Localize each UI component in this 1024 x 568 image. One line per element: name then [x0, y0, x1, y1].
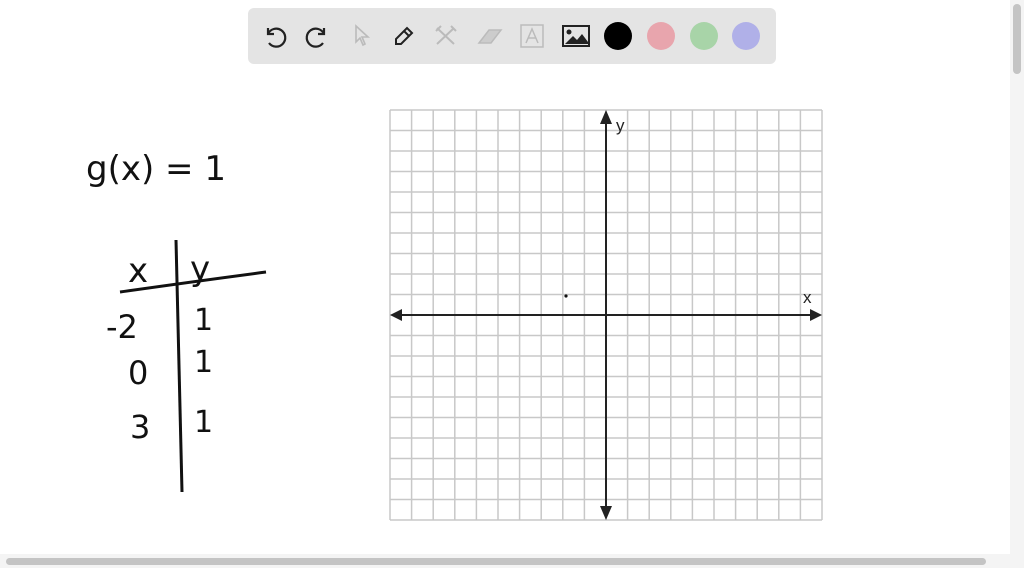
y-axis-label: y: [616, 116, 625, 135]
table-header-x: x: [128, 251, 148, 291]
table-cell-x: -2: [106, 308, 138, 346]
x-axis-label: x: [803, 288, 812, 307]
table-cell-y: 1: [194, 345, 213, 380]
vertical-scrollbar[interactable]: [1010, 0, 1024, 568]
horizontal-scrollbar[interactable]: [0, 554, 1010, 568]
table-cell-x: 0: [128, 354, 148, 392]
table-vertical-line: [174, 239, 184, 493]
table-cell-x: 3: [130, 408, 150, 446]
table-header-y: y: [190, 249, 210, 289]
whiteboard-canvas[interactable]: g(x) = 1 x y -2 1 0 1 3 1 y x: [0, 0, 1010, 554]
vertical-scroll-thumb[interactable]: [1013, 4, 1021, 74]
function-text: g(x) = 1: [86, 149, 226, 189]
horizontal-scroll-thumb[interactable]: [6, 558, 986, 565]
stray-dot: [564, 294, 568, 298]
table-cell-y: 1: [194, 405, 213, 440]
table-cell-y: 1: [194, 303, 213, 338]
